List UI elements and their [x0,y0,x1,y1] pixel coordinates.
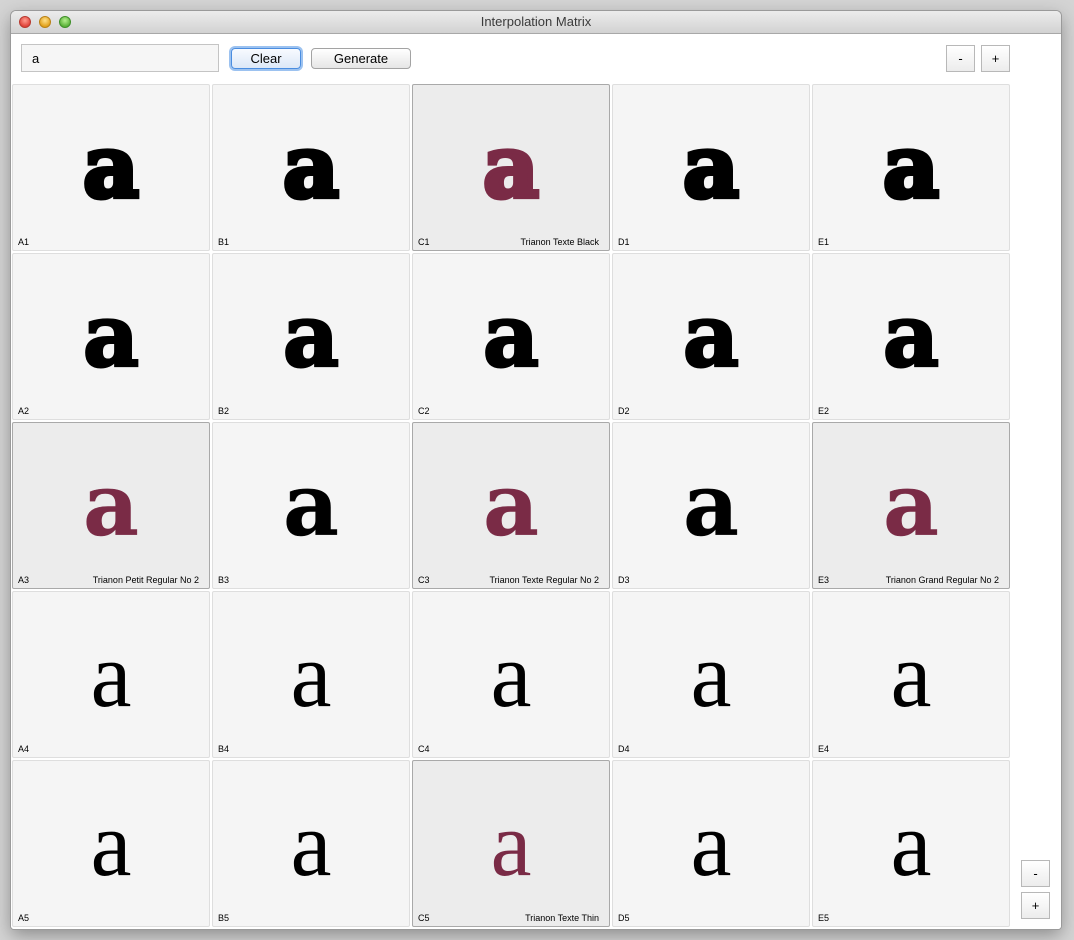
cell-id-label: B2 [218,406,230,416]
window-title: Interpolation Matrix [480,14,592,29]
zoom-out-button[interactable]: - [946,45,975,72]
cell-id-label: E4 [818,744,830,754]
cell-id-label: C2 [418,406,430,416]
matrix-cell[interactable]: a D4 [612,591,810,758]
cell-id-label: A3 [18,575,30,585]
cell-id-label: C5 [418,913,430,923]
matrix-cell[interactable]: a D5 [612,760,810,927]
matrix-cell[interactable]: a D2 [612,253,810,420]
matrix-cell[interactable]: a E2 [812,253,1010,420]
matrix-cell[interactable]: a E5 [812,760,1010,927]
matrix-cell[interactable]: a B5 [212,760,410,927]
glyph-preview: a [282,285,341,388]
remove-row-button[interactable]: - [1021,860,1050,887]
matrix-cell[interactable]: a A4 [12,591,210,758]
interpolation-grid: a A1 a B1 a C1 Trianon Texte Black a D1 a E1 a A2 a B2… [11,83,1011,928]
master-name-label: Trianon Texte Thin [525,913,599,923]
cell-id-label: E3 [818,575,830,585]
cell-id-label: D4 [618,744,630,754]
cell-id-label: D5 [618,913,630,923]
cell-id-label: D1 [618,237,630,247]
master-cell[interactable]: a E3 Trianon Grand Regular No 2 [812,422,1010,589]
cell-id-label: C3 [418,575,430,585]
cell-id-label: C1 [418,237,430,247]
matrix-cell[interactable]: a B1 [212,84,410,251]
cell-id-label: B1 [218,237,230,247]
glyph-preview: a [283,455,339,556]
glyph-preview: a [90,624,132,726]
glyph-preview: a [683,455,739,556]
glyph-preview: a [482,285,541,388]
master-name-label: Trianon Texte Regular No 2 [489,575,599,585]
clear-button[interactable]: Clear [231,48,301,69]
master-cell[interactable]: a A3 Trianon Petit Regular No 2 [12,422,210,589]
master-cell[interactable]: a C5 Trianon Texte Thin [412,760,610,927]
interpolation-matrix-window: Interpolation Matrix Clear Generate - + … [11,11,1061,929]
glyph-preview: a [83,455,139,556]
glyph-preview: a [881,115,942,220]
glyph-preview: a [483,455,539,556]
glyph-input[interactable] [21,44,219,72]
matrix-cell[interactable]: a A5 [12,760,210,927]
title-bar[interactable]: Interpolation Matrix [11,11,1061,34]
glyph-preview: a [682,285,741,388]
glyph-preview: a [290,624,332,726]
glyph-preview: a [690,793,732,895]
cell-id-label: B3 [218,575,230,585]
window-content: Clear Generate - + a A1 a B1 a C1 Trianon Text… [11,34,1061,929]
matrix-cell[interactable]: a A2 [12,253,210,420]
master-name-label: Trianon Grand Regular No 2 [885,575,999,585]
glyph-preview: a [490,624,532,726]
matrix-cell[interactable]: a D1 [612,84,810,251]
glyph-preview: a [890,624,932,726]
matrix-cell[interactable]: a C4 [412,591,610,758]
matrix-cell[interactable]: a D3 [612,422,810,589]
matrix-cell[interactable]: a B2 [212,253,410,420]
matrix-cell[interactable]: a C2 [412,253,610,420]
glyph-preview: a [681,115,742,220]
cell-id-label: D2 [618,406,630,416]
glyph-preview: a [290,793,332,895]
cell-id-label: B4 [218,744,230,754]
matrix-cell[interactable]: a B4 [212,591,410,758]
master-cell[interactable]: a C1 Trianon Texte Black [412,84,610,251]
zoom-in-button[interactable]: + [981,45,1010,72]
matrix-cell[interactable]: a E4 [812,591,1010,758]
cell-id-label: E1 [818,237,830,247]
add-row-button[interactable]: + [1021,892,1050,919]
matrix-cell[interactable]: a A1 [12,84,210,251]
cell-id-label: C4 [418,744,430,754]
glyph-preview: a [481,115,542,220]
cell-id-label: A5 [18,913,30,923]
glyph-preview: a [81,115,142,220]
master-name-label: Trianon Petit Regular No 2 [92,575,199,585]
cell-id-label: E2 [818,406,830,416]
cell-id-label: A1 [18,237,30,247]
glyph-preview: a [82,285,141,388]
cell-id-label: E5 [818,913,830,923]
cell-id-label: A4 [18,744,30,754]
generate-button[interactable]: Generate [311,48,411,69]
master-name-label: Trianon Texte Black [520,237,599,247]
glyph-preview: a [281,115,342,220]
glyph-preview: a [690,624,732,726]
cell-id-label: D3 [618,575,630,585]
glyph-preview: a [890,793,932,895]
glyph-preview: a [882,285,941,388]
matrix-cell[interactable]: a B3 [212,422,410,589]
matrix-cell[interactable]: a E1 [812,84,1010,251]
cell-id-label: B5 [218,913,230,923]
master-cell[interactable]: a C3 Trianon Texte Regular No 2 [412,422,610,589]
glyph-preview: a [490,793,532,895]
glyph-preview: a [883,455,939,556]
glyph-preview: a [90,793,132,895]
cell-id-label: A2 [18,406,30,416]
